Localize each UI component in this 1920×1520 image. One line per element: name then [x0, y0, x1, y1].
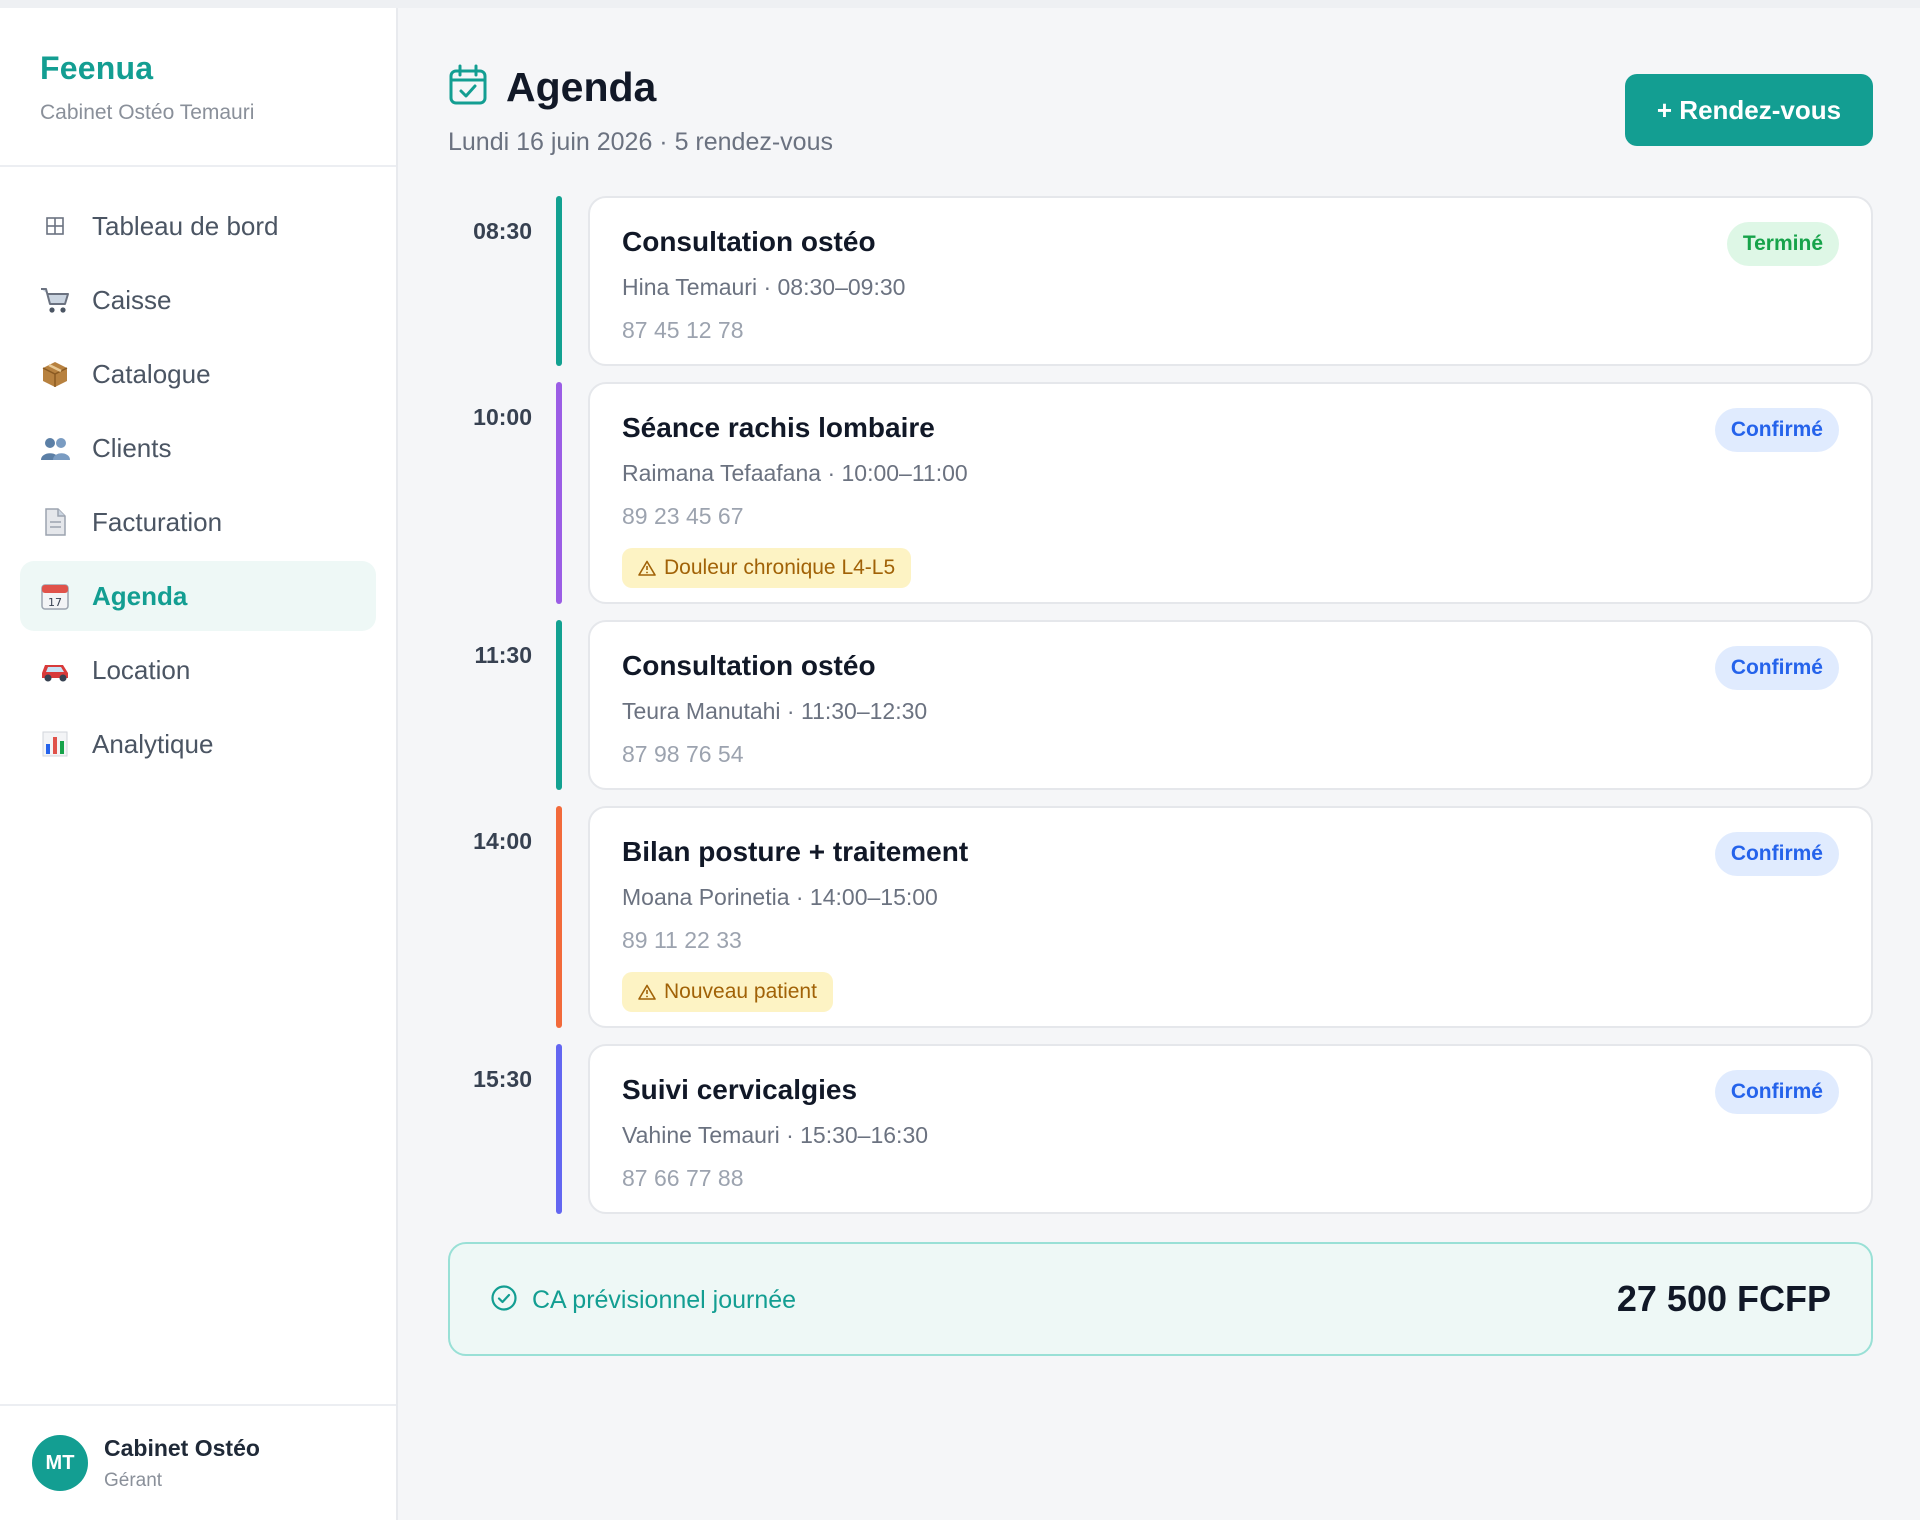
grid-icon — [38, 209, 72, 243]
appointment-meta: Raimana Tefaafana · 10:00–11:00 — [622, 460, 968, 486]
add-appointment-button[interactable]: + Rendez-vous — [1625, 74, 1873, 146]
cart-icon — [38, 283, 72, 317]
appointment-color-bar — [556, 196, 562, 366]
appointment-phone: 87 98 76 54 — [622, 741, 744, 767]
svg-text:17: 17 — [48, 596, 62, 609]
main-content: Agenda Lundi 16 juin 2026 · 5 rendez-vou… — [448, 8, 1873, 1356]
status-badge: Confirmé — [1714, 832, 1839, 876]
sidebar-item-tableau-de-bord[interactable]: Tableau de bord — [20, 191, 376, 261]
page-header: Agenda Lundi 16 juin 2026 · 5 rendez-vou… — [448, 8, 1873, 196]
sidebar-item-label: Facturation — [92, 506, 223, 537]
sidebar-item-facturation[interactable]: Facturation — [20, 487, 376, 557]
appointment-color-bar — [556, 620, 562, 790]
sidebar-item-label: Location — [92, 654, 191, 685]
status-badge: Terminé — [1726, 222, 1839, 266]
brand-header: Feenua Cabinet Ostéo Temauri — [0, 8, 396, 167]
appointment-list: 08:30 Consultation ostéo Hina Temauri · … — [448, 196, 1873, 1214]
sidebar-item-label: Agenda — [92, 580, 188, 611]
car-icon — [38, 653, 72, 687]
revenue-summary: CA prévisionnel journée 27 500 FCFP — [448, 1242, 1873, 1356]
sidebar: Feenua Cabinet Ostéo Temauri Tableau de … — [0, 8, 398, 1520]
appointment-time: 10:00 — [473, 404, 532, 430]
sidebar-item-label: Clients — [92, 432, 172, 463]
appointment-phone: 87 66 77 88 — [622, 1165, 744, 1191]
user-role: Gérant — [104, 1469, 163, 1491]
appointment-meta: Moana Porinetia · 14:00–15:00 — [622, 884, 938, 910]
warning-icon — [638, 984, 656, 1000]
appointment-card[interactable]: Séance rachis lombaire Raimana Tefaafana… — [588, 382, 1873, 604]
appointment-title: Séance rachis lombaire — [622, 412, 935, 443]
appointment-time: 15:30 — [473, 1066, 532, 1092]
sidebar-item-agenda[interactable]: 17 Agenda — [20, 561, 376, 631]
sidebar-item-label: Tableau de bord — [92, 210, 279, 241]
avatar: MT — [32, 1435, 88, 1491]
warning-icon — [638, 560, 656, 576]
calendar-icon: 17 — [38, 579, 72, 613]
appointment-alert: Douleur chronique L4-L5 — [622, 548, 912, 588]
appointment-card[interactable]: Consultation ostéo Hina Temauri · 08:30–… — [588, 196, 1873, 366]
sidebar-item-label: Analytique — [92, 728, 214, 759]
document-icon — [38, 505, 72, 539]
appointment-row: 11:30 Consultation ostéo Teura Manutahi … — [448, 620, 1873, 790]
status-badge: Confirmé — [1714, 1070, 1839, 1114]
appointment-card[interactable]: Suivi cervicalgies Vahine Temauri · 15:3… — [588, 1044, 1873, 1214]
appointment-time: 11:30 — [474, 642, 532, 668]
appointment-row: 08:30 Consultation ostéo Hina Temauri · … — [448, 196, 1873, 366]
sidebar-item-clients[interactable]: Clients — [20, 413, 376, 483]
status-badge: Confirmé — [1714, 646, 1839, 690]
appointment-color-bar — [556, 806, 562, 1028]
sidebar-item-caisse[interactable]: Caisse — [20, 265, 376, 335]
sidebar-item-label: Caisse — [92, 284, 172, 315]
sidebar-item-location[interactable]: Location — [20, 635, 376, 705]
appointment-meta: Hina Temauri · 08:30–09:30 — [622, 274, 906, 300]
user-profile[interactable]: MT Cabinet Ostéo Gérant — [0, 1404, 396, 1520]
appointment-row: 14:00 Bilan posture + traitement Moana P… — [448, 806, 1873, 1028]
appointment-card[interactable]: Consultation ostéo Teura Manutahi · 11:3… — [588, 620, 1873, 790]
bar-chart-icon — [38, 727, 72, 761]
appointment-phone: 89 11 22 33 — [622, 927, 742, 953]
sidebar-item-analytique[interactable]: Analytique — [20, 709, 376, 779]
appointment-card[interactable]: Bilan posture + traitement Moana Porinet… — [588, 806, 1873, 1028]
appointment-color-bar — [556, 382, 562, 604]
page-title: Agenda — [506, 64, 657, 110]
brand-name: Feenua — [40, 50, 154, 86]
page-subtitle: Lundi 16 juin 2026 · 5 rendez-vous — [448, 128, 833, 156]
appointment-meta: Vahine Temauri · 15:30–16:30 — [622, 1122, 929, 1148]
brand-subtitle: Cabinet Ostéo Temauri — [40, 101, 255, 124]
appointment-phone: 87 45 12 78 — [622, 317, 744, 343]
appointment-row: 15:30 Suivi cervicalgies Vahine Temauri … — [448, 1044, 1873, 1214]
appointment-alert-text: Douleur chronique L4-L5 — [664, 556, 896, 579]
appointment-phone: 89 23 45 67 — [622, 503, 744, 529]
appointment-title: Consultation ostéo — [622, 650, 876, 681]
user-name: Cabinet Ostéo — [104, 1434, 260, 1461]
appointment-title: Bilan posture + traitement — [622, 836, 969, 867]
calendar-check-icon — [448, 64, 488, 111]
sidebar-item-label: Catalogue — [92, 358, 211, 389]
sidebar-nav: Tableau de bord Caisse Catalogue Clients… — [0, 167, 396, 779]
appointment-row: 10:00 Séance rachis lombaire Raimana Tef… — [448, 382, 1873, 604]
appointment-time: 08:30 — [473, 218, 532, 244]
appointment-title: Consultation ostéo — [622, 226, 876, 257]
sidebar-item-catalogue[interactable]: Catalogue — [20, 339, 376, 409]
top-border — [0, 0, 1920, 8]
appointment-time: 14:00 — [473, 828, 532, 854]
appointment-title: Suivi cervicalgies — [622, 1074, 858, 1105]
appointment-color-bar — [556, 1044, 562, 1214]
summary-value: 27 500 FCFP — [1616, 1278, 1831, 1319]
summary-label: CA prévisionnel journée — [532, 1286, 797, 1314]
appointment-meta: Teura Manutahi · 11:30–12:30 — [622, 698, 928, 724]
status-badge: Confirmé — [1714, 408, 1839, 452]
appointment-alert: Nouveau patient — [622, 972, 833, 1012]
users-icon — [38, 431, 72, 465]
package-icon — [38, 357, 72, 391]
check-circle-icon — [490, 1284, 518, 1317]
appointment-alert-text: Nouveau patient — [664, 980, 817, 1003]
